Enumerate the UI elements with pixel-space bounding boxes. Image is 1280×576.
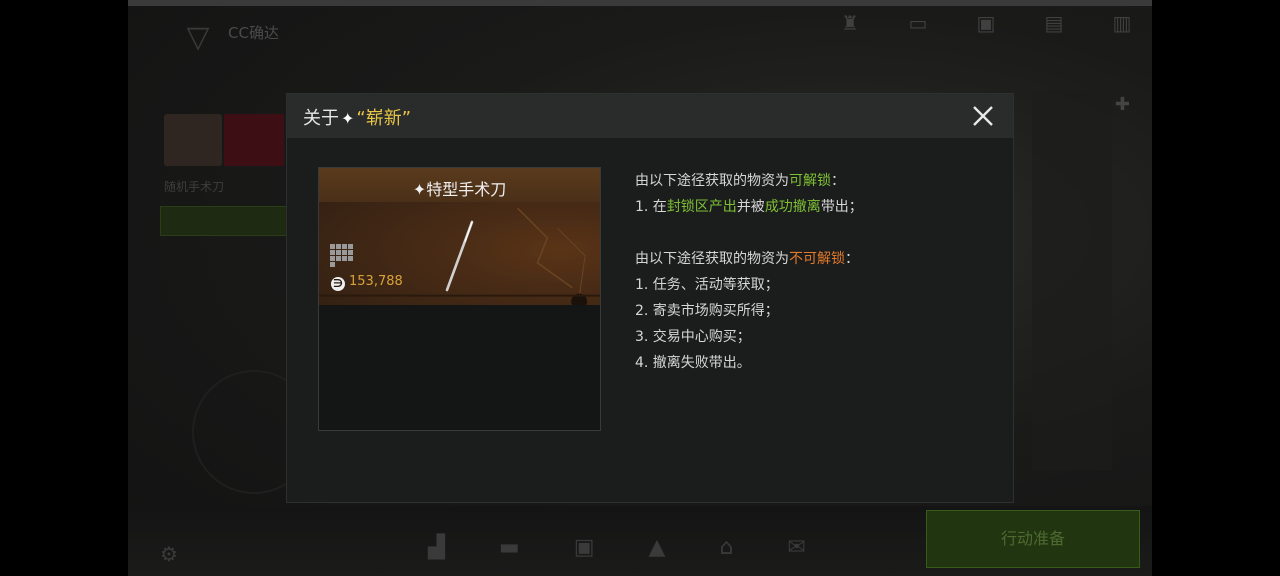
text: 并被 [736,199,765,215]
bottom-nav: ▟ ▬ ▣ ▲ ⌂ ✉ [428,535,806,560]
bottom-bar: ⚙ ▟ ▬ ▣ ▲ ⌂ ✉ 行动准备 [128,506,1152,576]
top-edge-bar [128,0,1152,6]
start-button: 行动准备 [926,510,1140,568]
item-name: ✦特型手术刀 [319,176,600,200]
bg-icon: ▥ [1112,11,1132,35]
unlockable-line: 1. 在封锁区产出并被成功撤离带出； [635,194,995,220]
avatar [164,114,222,166]
locked-header: 由以下途径获取的物资为不可解锁： [635,246,995,272]
nav-icon: ▣ [573,535,595,560]
top-right-icons: ♜ ▭ ▣ ▤ ▥ [830,10,1142,36]
add-user-icon: ✚ [1114,94,1130,115]
title-prefix: 关于 [303,108,339,129]
sparkle-icon: ✦ [412,180,427,199]
zone-output: 封锁区产出 [666,199,737,215]
nav-icon: ⌂ [719,535,734,560]
bg-icon: ▣ [976,11,996,35]
gear-icon: ⚙ [160,542,178,566]
item-card[interactable]: ✦特型手术刀 ∋ 153,788 [318,167,601,431]
text: 1. 在 [635,199,667,215]
about-new-dialog: 关于 ✦ “崭新” ✦特型手术刀 ∋ 153,788 由以下途径获取的物资为可解… [286,93,1014,503]
locked-item: 4. 撤离失败带出。 [635,355,751,371]
locked-word: 不可解锁 [789,251,845,267]
item-name-text: 特型手术刀 [426,180,507,199]
item-card-art: ✦特型手术刀 ∋ 153,788 [319,168,600,305]
bg-icon: ▤ [1044,11,1064,35]
nav-icon: ▲ [648,535,666,560]
bg-green-button [160,206,290,236]
close-button[interactable] [969,102,997,130]
bg-icon: ▭ [908,11,928,35]
title-quoted: “崭新” [356,108,412,129]
close-icon [973,106,993,126]
unlockable-header: 由以下途径获取的物资为可解锁： [635,168,995,194]
nav-icon: ✉ [787,535,806,560]
bg-right-panel [1032,90,1112,470]
grid-size-icon [330,244,353,267]
item-price: ∋ 153,788 [331,274,403,291]
nav-icon: ▬ [498,535,520,560]
bg-icon: ♜ [841,11,859,35]
locked-item: 2. 寄卖市场购买所得； [635,303,779,319]
scalpel-icon [445,220,474,292]
text: 带出； [820,199,863,215]
locked-item: 3. 交易中心购买； [635,329,751,345]
success-extract: 成功撤离 [764,199,821,215]
text: 由以下途径获取的物资为 [635,251,789,267]
player-info: ▽ CC确达 [168,18,588,98]
coin-icon: ∋ [331,277,345,291]
unlockable-word: 可解锁 [789,173,831,189]
rank-icon: ▽ [186,20,210,55]
dialog-title: 关于 ✦ “崭新” [303,104,411,130]
nav-icon: ▟ [428,535,445,560]
locked-item: 1. 任务、活动等获取； [635,277,779,293]
player-name: CC确达 [228,24,279,42]
sparkle-icon: ✦ [341,109,355,128]
dialog-header: 关于 ✦ “崭新” [287,94,1013,138]
bg-item-name: 随机手术刀 [164,180,225,194]
unlock-info: 由以下途径获取的物资为可解锁： 1. 在封锁区产出并被成功撤离带出； 由以下途径… [635,168,995,376]
text: ： [845,251,859,267]
item-price-value: 153,788 [349,274,403,289]
text: ： [831,173,845,189]
text: 由以下途径获取的物资为 [635,173,789,189]
red-banner [224,114,284,166]
